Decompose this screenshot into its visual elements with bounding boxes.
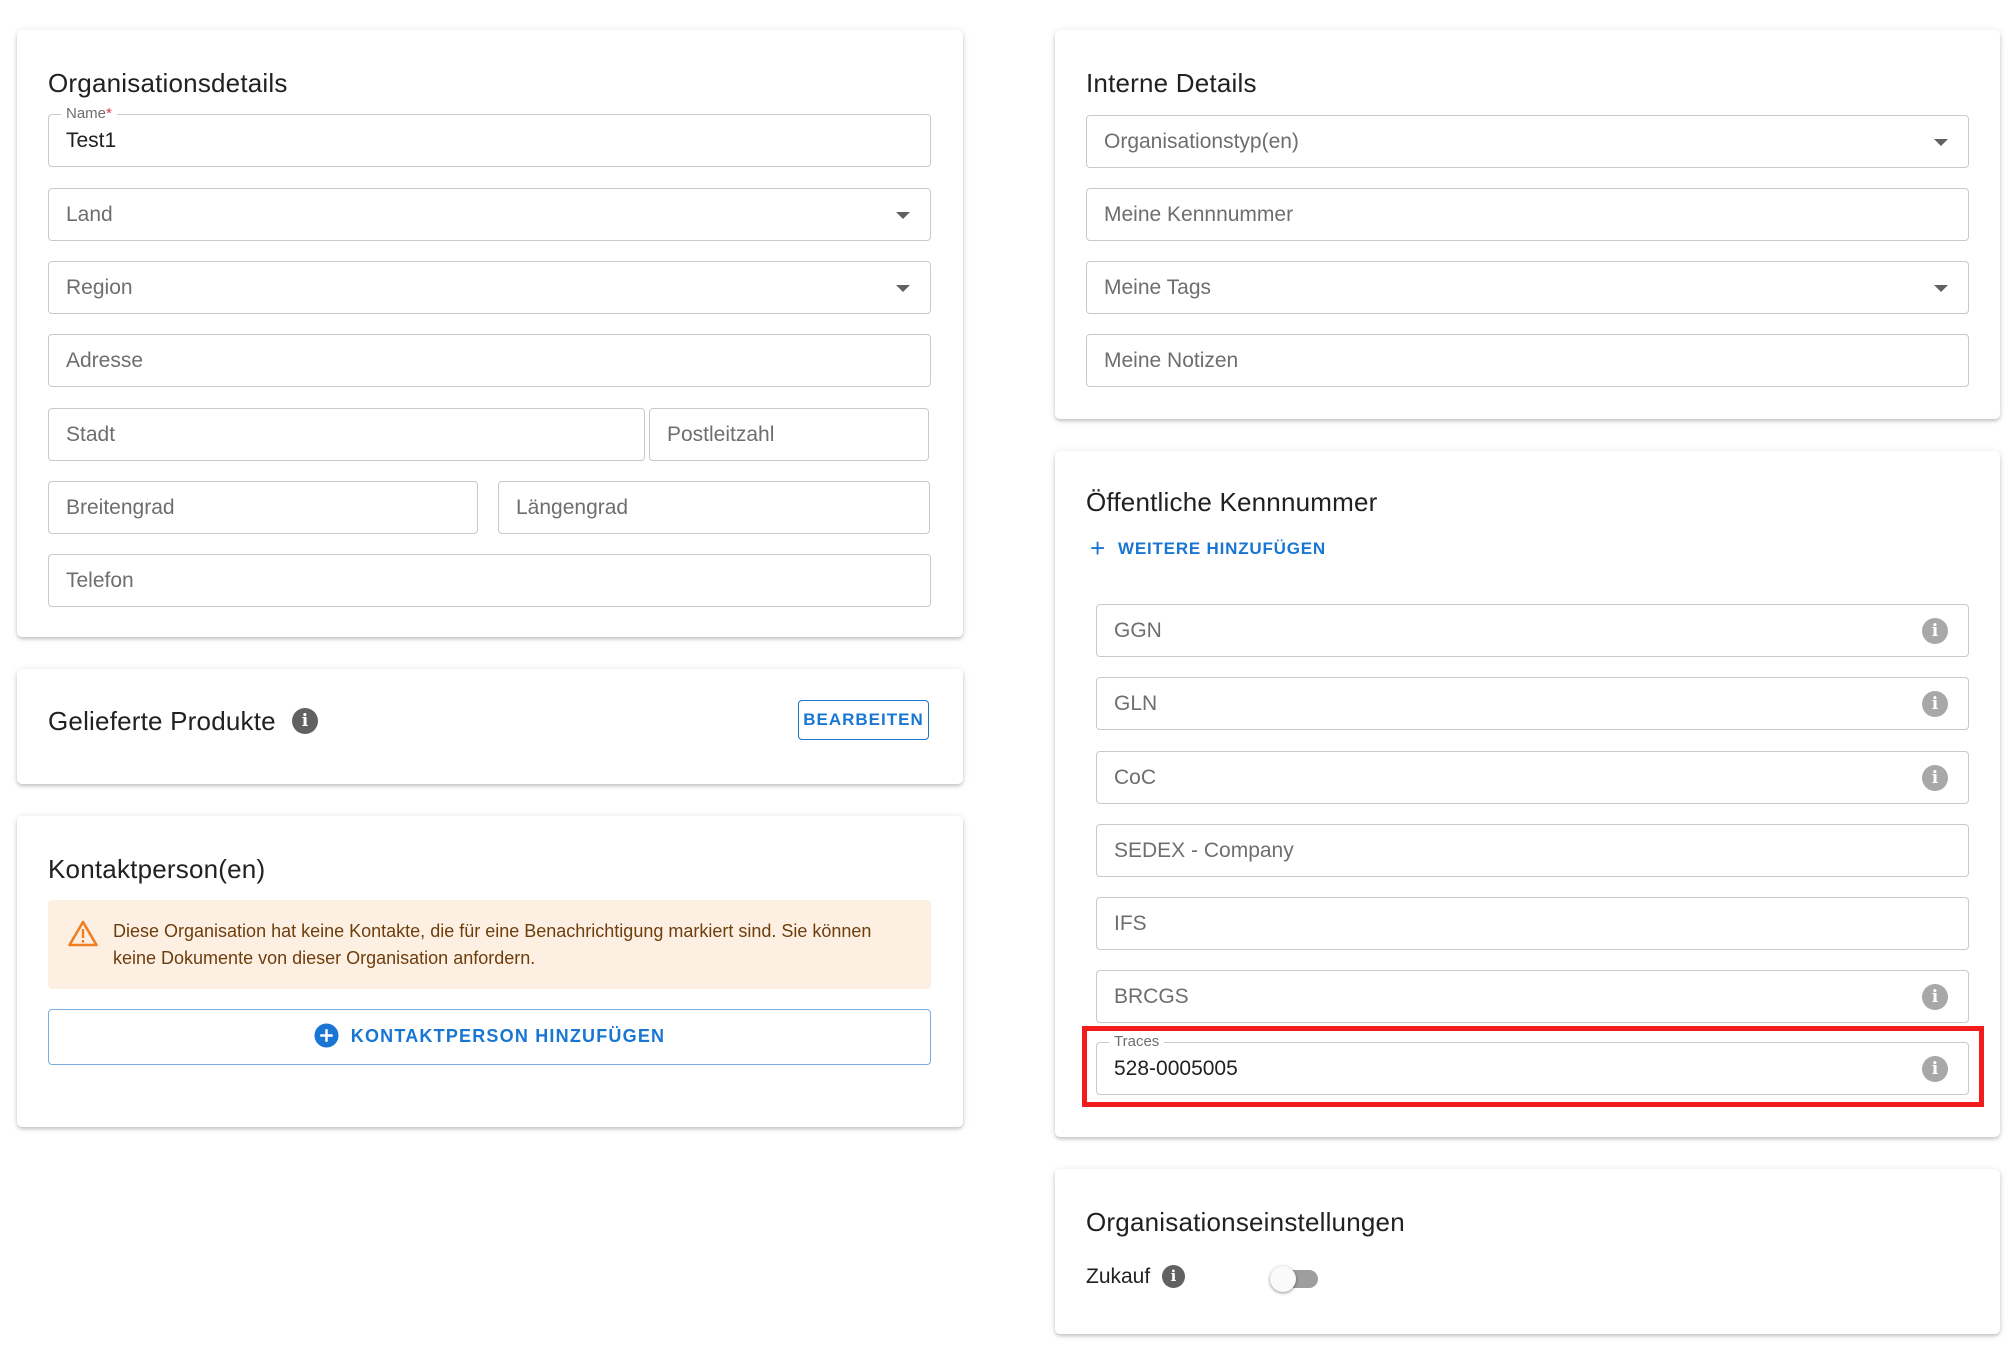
- city-field[interactable]: Stadt: [48, 408, 645, 461]
- card-organisation-details: Organisationsdetails Name* Test1 Land Re…: [17, 30, 963, 637]
- card-internal-details: Interne Details Organisationstyp(en) Mei…: [1055, 30, 2000, 419]
- brcgs-placeholder: BRCGS: [1114, 985, 1189, 1008]
- card-contacts: Kontaktperson(en) Diese Organisation hat…: [17, 816, 963, 1127]
- add-more-label: WEITERE HINZUFÜGEN: [1117, 539, 1326, 558]
- latitude-placeholder: Breitengrad: [66, 496, 175, 519]
- card-organisation-settings: Organisationseinstellungen Zukauf i: [1055, 1169, 2000, 1334]
- my-id-placeholder: Meine Kennnummer: [1104, 203, 1294, 226]
- info-icon[interactable]: i: [1922, 1056, 1948, 1082]
- card-delivered-products: Gelieferte Produkte i BEARBEITEN: [17, 669, 963, 784]
- region-select[interactable]: Region: [48, 261, 931, 314]
- card-title: Öffentliche Kennnummer: [1086, 487, 1378, 517]
- brcgs-field[interactable]: BRCGS i: [1096, 970, 1969, 1023]
- chevron-down-icon: [1934, 139, 1948, 146]
- my-id-field[interactable]: Meine Kennnummer: [1086, 188, 1969, 241]
- longitude-placeholder: Längengrad: [516, 496, 629, 519]
- coc-field[interactable]: CoC i: [1096, 751, 1969, 804]
- sedex-field[interactable]: SEDEX - Company: [1096, 824, 1969, 877]
- info-icon[interactable]: i: [1162, 1265, 1185, 1288]
- plus-circle-icon: [314, 1023, 339, 1048]
- card-title: Gelieferte Produkte: [48, 706, 276, 736]
- edit-products-button[interactable]: BEARBEITEN: [798, 700, 929, 740]
- gln-field[interactable]: GLN i: [1096, 677, 1969, 730]
- latitude-field[interactable]: Breitengrad: [48, 481, 478, 534]
- sedex-placeholder: SEDEX - Company: [1114, 839, 1294, 862]
- warning-icon: [68, 920, 98, 947]
- phone-placeholder: Telefon: [66, 569, 134, 592]
- address-placeholder: Adresse: [66, 349, 144, 372]
- chevron-down-icon: [1934, 285, 1948, 292]
- land-placeholder: Land: [66, 203, 113, 226]
- postal-code-placeholder: Postleitzahl: [667, 423, 775, 446]
- traces-field[interactable]: Traces 528-0005005 i: [1096, 1033, 1969, 1095]
- zukauf-label: Zukauf: [1086, 1265, 1151, 1288]
- info-icon[interactable]: i: [292, 708, 318, 734]
- chevron-down-icon: [896, 285, 910, 292]
- chevron-down-icon: [896, 212, 910, 219]
- my-tags-placeholder: Meine Tags: [1104, 276, 1212, 299]
- longitude-field[interactable]: Längengrad: [498, 481, 930, 534]
- region-placeholder: Region: [66, 276, 133, 299]
- warning-alert: Diese Organisation hat keine Kontakte, d…: [48, 900, 931, 989]
- postal-code-field[interactable]: Postleitzahl: [649, 408, 929, 461]
- name-value: Test1: [66, 129, 117, 152]
- my-tags-select[interactable]: Meine Tags: [1086, 261, 1969, 314]
- info-icon[interactable]: i: [1922, 984, 1948, 1010]
- card-public-ids: Öffentliche Kennnummer + WEITERE HINZUFÜG…: [1055, 451, 2000, 1137]
- organisation-types-select[interactable]: Organisationstyp(en): [1086, 115, 1969, 168]
- card-title: Interne Details: [1086, 68, 1257, 98]
- coc-placeholder: CoC: [1114, 766, 1157, 789]
- land-select[interactable]: Land: [48, 188, 931, 241]
- organisation-types-placeholder: Organisationstyp(en): [1104, 130, 1299, 153]
- toggle-thumb: [1270, 1266, 1296, 1292]
- my-notes-placeholder: Meine Notizen: [1104, 349, 1239, 372]
- ggn-field[interactable]: GGN i: [1096, 604, 1969, 657]
- info-icon[interactable]: i: [1922, 765, 1948, 791]
- phone-field[interactable]: Telefon: [48, 554, 931, 607]
- plus-icon: +: [1090, 533, 1106, 563]
- traces-value: 528-0005005: [1114, 1057, 1238, 1080]
- add-more-link[interactable]: + WEITERE HINZUFÜGEN: [1090, 533, 1326, 564]
- card-title: Kontaktperson(en): [48, 854, 266, 884]
- my-notes-field[interactable]: Meine Notizen: [1086, 334, 1969, 387]
- ifs-placeholder: IFS: [1114, 912, 1147, 935]
- card-title: Organisationseinstellungen: [1086, 1207, 1405, 1237]
- warning-text: Diese Organisation hat keine Kontakte, d…: [113, 921, 872, 968]
- gln-placeholder: GLN: [1114, 692, 1158, 715]
- ggn-placeholder: GGN: [1114, 619, 1162, 642]
- city-placeholder: Stadt: [66, 423, 116, 446]
- add-contact-button[interactable]: KONTAKTPERSON HINZUFÜGEN: [48, 1009, 931, 1065]
- info-icon[interactable]: i: [1922, 691, 1948, 717]
- ifs-field[interactable]: IFS: [1096, 897, 1969, 950]
- add-contact-label: KONTAKTPERSON HINZUFÜGEN: [350, 1026, 666, 1046]
- card-title: Organisationsdetails: [48, 68, 288, 98]
- name-field[interactable]: Name* Test1: [48, 105, 931, 167]
- zukauf-toggle[interactable]: [1270, 1265, 1320, 1293]
- address-field[interactable]: Adresse: [48, 334, 931, 387]
- info-icon[interactable]: i: [1922, 618, 1948, 644]
